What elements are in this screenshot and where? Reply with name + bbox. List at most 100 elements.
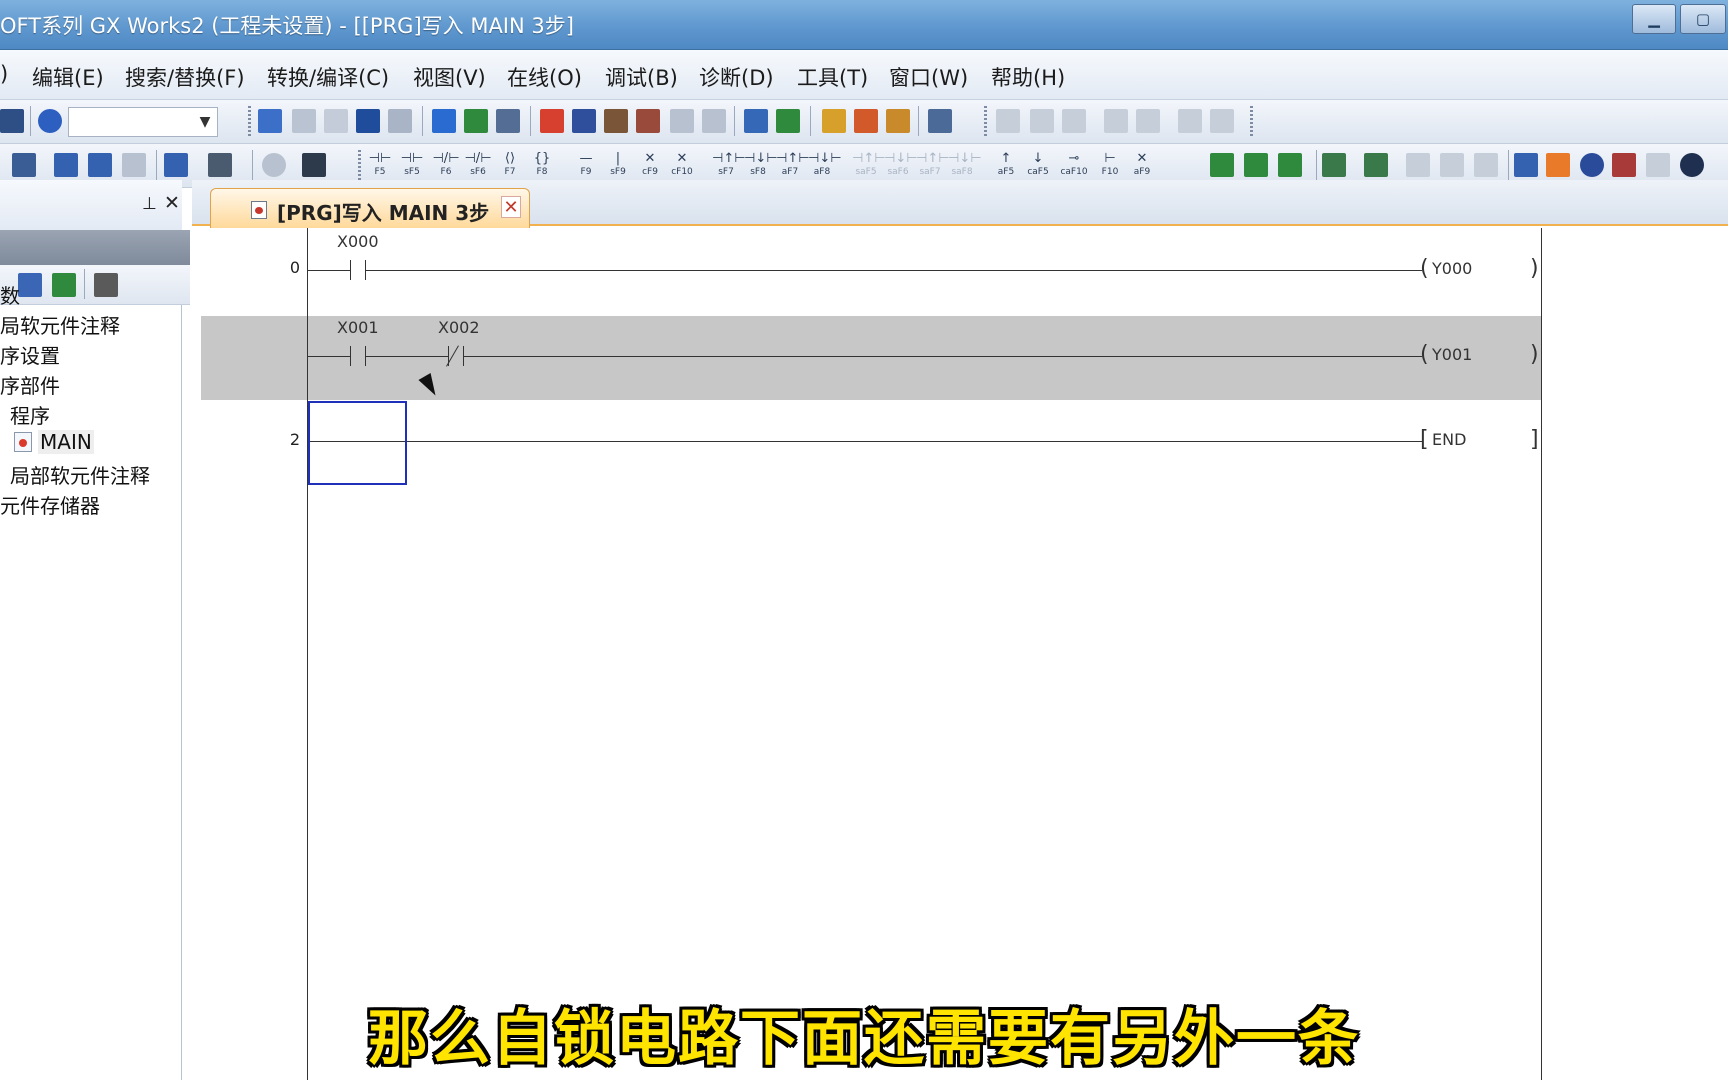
ladder-tool-icon[interactable] xyxy=(1278,153,1302,177)
undo-icon[interactable] xyxy=(356,109,380,133)
ladder-symbol-button[interactable]: ✕ cF9 xyxy=(636,151,664,181)
copy-icon[interactable] xyxy=(292,109,316,133)
ladder-tool-icon[interactable] xyxy=(1244,153,1268,177)
ladder-symbol-icon: ✕ xyxy=(644,151,656,166)
ladder-symbol-button[interactable]: ⟨⟩ F7 xyxy=(496,151,524,181)
toolbar-grip[interactable] xyxy=(358,150,361,180)
ladder-symbol-button[interactable]: ⊣↓⊢ aF8 xyxy=(808,151,842,181)
menu-diagnostics[interactable]: 诊断(D) xyxy=(699,62,774,92)
toolbar-grip[interactable] xyxy=(984,106,987,136)
zoom-icon[interactable] xyxy=(1680,153,1704,177)
tree-item-local-comment[interactable]: 局部软元件注释 xyxy=(10,460,150,489)
tree-item-program-parts[interactable]: 序部件 xyxy=(0,370,60,399)
ladder-convert-icon[interactable] xyxy=(886,109,910,133)
pin-icon[interactable]: ⊥ xyxy=(142,194,157,214)
ladder-symbol-button[interactable]: ⊣/⊢ sF6 xyxy=(464,151,492,181)
ladder-tool-icon[interactable] xyxy=(1322,153,1346,177)
ladder-tool-icon[interactable] xyxy=(1546,153,1570,177)
device-combo[interactable]: ▼ xyxy=(68,107,218,137)
tree-item-parameters[interactable]: 数 xyxy=(0,280,20,309)
ladder-symbol-button[interactable]: {} F8 xyxy=(528,151,556,181)
menu-online[interactable]: 在线(O) xyxy=(507,62,582,92)
menu-help[interactable]: 帮助(H) xyxy=(991,62,1065,92)
watch-icon[interactable] xyxy=(164,153,188,177)
ladder-symbol-button[interactable]: ⊣⊢ sF5 xyxy=(398,151,426,181)
ladder-symbol-button[interactable]: ↓ caF5 xyxy=(1024,151,1052,181)
maximize-button[interactable]: ▢ xyxy=(1680,4,1726,34)
ladder-symbol-button[interactable]: | sF9 xyxy=(604,151,632,181)
menu-find-replace[interactable]: 搜索/替换(F) xyxy=(125,62,245,92)
settings-icon[interactable] xyxy=(94,273,118,297)
question-icon[interactable] xyxy=(262,153,286,177)
ladder-symbol-button[interactable]: ⊸ caF10 xyxy=(1060,151,1088,181)
nc-contact[interactable] xyxy=(448,346,464,366)
ladder-tool-icon[interactable] xyxy=(1364,153,1388,177)
read-from-plc-icon[interactable] xyxy=(572,109,596,133)
ladder-tool-icon xyxy=(1440,153,1464,177)
properties-icon[interactable] xyxy=(18,273,42,297)
tree-item-device-memory[interactable]: 元件存储器 xyxy=(0,490,100,519)
menu-project[interactable]: ) xyxy=(0,62,8,86)
ladder-symbol-button[interactable]: ⊣↑⊢ sF7 xyxy=(712,151,746,181)
binoculars-icon[interactable] xyxy=(302,153,326,177)
ladder-symbol-button[interactable]: ✕ aF9 xyxy=(1128,151,1156,181)
ladder-tool-icon[interactable] xyxy=(1210,153,1234,177)
menu-debug[interactable]: 调试(B) xyxy=(605,62,678,92)
ladder-symbol-button[interactable]: ⊢ F10 xyxy=(1096,151,1124,181)
ladder-tool-icon[interactable] xyxy=(1612,153,1636,177)
menu-edit[interactable]: 编辑(E) xyxy=(32,62,104,92)
simulation-icon[interactable] xyxy=(928,109,952,133)
dev-edit-icon[interactable] xyxy=(776,109,800,133)
monitor-icon[interactable] xyxy=(636,109,660,133)
chevron-down-icon[interactable]: ▼ xyxy=(193,108,217,136)
cut-icon[interactable] xyxy=(258,109,282,133)
tree-item-main[interactable]: MAIN xyxy=(14,430,94,454)
minimize-button[interactable]: ▁ xyxy=(1632,4,1676,34)
dev-icon[interactable] xyxy=(744,109,768,133)
tree-item-program[interactable]: 程序 xyxy=(10,400,50,429)
toolbar-grip[interactable] xyxy=(1250,106,1253,136)
ladder-symbol-button[interactable]: ⊣⊢ F5 xyxy=(366,151,394,181)
ladder-write-icon[interactable] xyxy=(822,109,846,133)
dev-grid-icon[interactable] xyxy=(122,153,146,177)
dev-table-icon[interactable] xyxy=(88,153,112,177)
close-icon[interactable]: ✕ xyxy=(164,192,180,214)
tree-item-program-settings[interactable]: 序设置 xyxy=(0,340,60,369)
ladder-symbol-button[interactable]: ⊣↑⊢ aF7 xyxy=(776,151,810,181)
ladder-tool-icon[interactable] xyxy=(1514,153,1538,177)
device-search-icon[interactable] xyxy=(432,109,456,133)
zoom-icon[interactable] xyxy=(208,153,232,177)
dev-list-icon[interactable] xyxy=(54,153,78,177)
list-icon[interactable] xyxy=(12,153,36,177)
monitor-write-icon[interactable] xyxy=(702,109,726,133)
ladder-read-icon[interactable] xyxy=(854,109,878,133)
save-icon[interactable] xyxy=(0,109,24,133)
document-tab[interactable]: [PRG]写入 MAIN 3步 ✕ xyxy=(210,188,530,228)
device-batch-icon[interactable] xyxy=(496,109,520,133)
ladder-symbol-button[interactable]: ↑ aF5 xyxy=(992,151,1020,181)
toolbar-grip[interactable] xyxy=(248,106,251,136)
ladder-symbol-icon: ⊢ xyxy=(1104,151,1116,166)
ladder-cursor[interactable] xyxy=(308,401,407,485)
search-icon[interactable] xyxy=(1580,153,1604,177)
redo-icon[interactable] xyxy=(388,109,412,133)
menu-window[interactable]: 窗口(W) xyxy=(889,62,968,92)
ladder-symbol-button[interactable]: ⊣↓⊢ sF8 xyxy=(744,151,778,181)
ladder-symbol-button[interactable]: ⊣/⊢ F6 xyxy=(432,151,460,181)
device-replace-icon[interactable] xyxy=(464,109,488,133)
no-contact[interactable] xyxy=(350,346,366,366)
menu-view[interactable]: 视图(V) xyxy=(413,62,486,92)
paste-icon[interactable] xyxy=(324,109,348,133)
menu-tools[interactable]: 工具(T) xyxy=(797,62,868,92)
monitor-stop-icon[interactable] xyxy=(670,109,694,133)
verify-icon[interactable] xyxy=(604,109,628,133)
menu-compile[interactable]: 转换/编译(C) xyxy=(267,62,389,92)
write-to-plc-icon[interactable] xyxy=(540,109,564,133)
tree-item-global-comment[interactable]: 局软元件注释 xyxy=(0,310,120,339)
close-icon[interactable]: ✕ xyxy=(501,196,521,218)
ladder-symbol-button[interactable]: ✕ cF10 xyxy=(668,151,696,181)
no-contact[interactable] xyxy=(350,260,366,280)
refresh-icon[interactable] xyxy=(52,273,76,297)
ladder-symbol-button[interactable]: — F9 xyxy=(572,151,600,181)
help-icon[interactable] xyxy=(38,109,62,133)
